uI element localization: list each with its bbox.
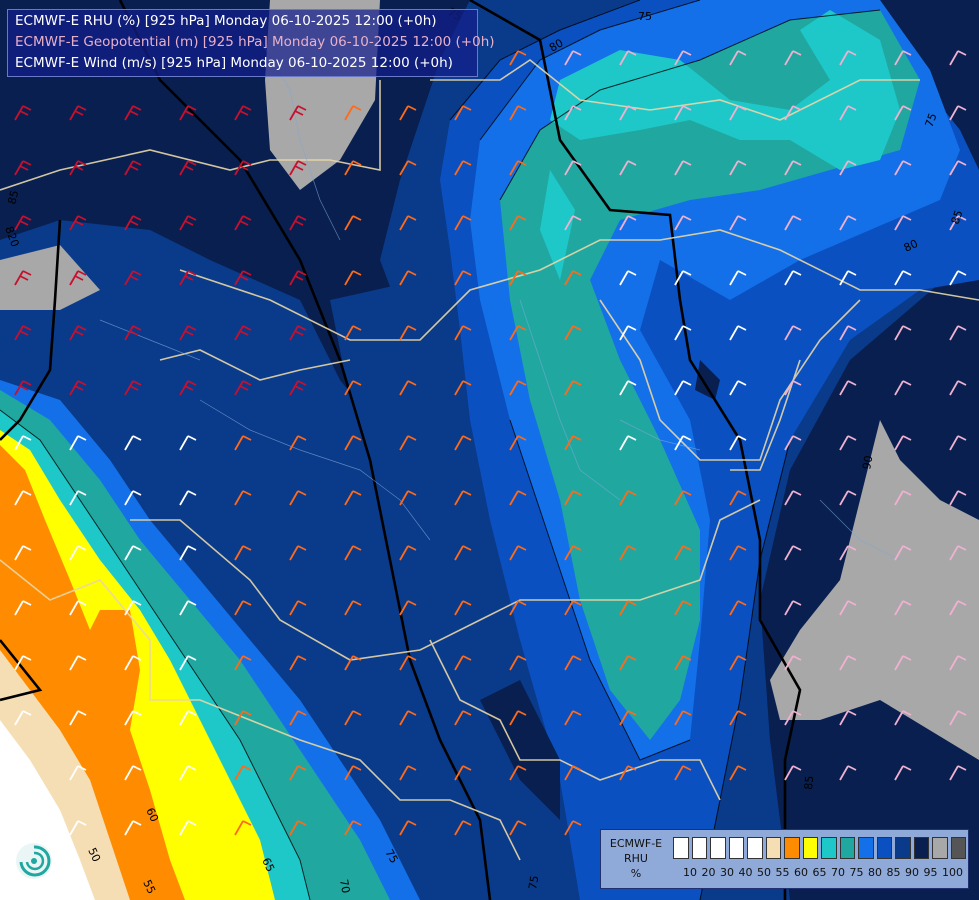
contour-label: 75 [526, 874, 541, 890]
legend-tick-label: 90 [905, 866, 919, 879]
legend-tick-label: 30 [720, 866, 734, 879]
color-legend: ECMWF-E RHU % 10 20 30 40 50 55 60 65 70 75 80 85 90… [600, 829, 969, 889]
contour-label: 85 [802, 775, 816, 790]
legend-swatch [839, 837, 855, 859]
legend-swatch [673, 837, 689, 859]
wind-title: ECMWF-E Wind (m/s) [925 hPa] Monday 06-1… [15, 55, 453, 71]
legend-swatch [784, 837, 800, 859]
legend-swatch [895, 837, 911, 859]
legend-ticks: 10 20 30 40 50 55 60 65 70 75 80 85 90 95 100 [683, 866, 963, 879]
legend-swatch [747, 837, 763, 859]
legend-model: ECMWF-E [609, 837, 663, 850]
legend-title: ECMWF-E RHU % [605, 836, 667, 881]
legend-swatch [691, 837, 707, 859]
legend-variable: RHU [624, 852, 648, 865]
legend-tick-label: 10 [683, 866, 697, 879]
legend-swatch [728, 837, 744, 859]
legend-swatch [950, 837, 966, 859]
rhu-title: ECMWF-E RHU (%) [925 hPa] Monday 06-10-2… [15, 13, 437, 29]
legend-swatch [876, 837, 892, 859]
legend-tick-label: 50 [757, 866, 771, 879]
legend-swatch [932, 837, 948, 859]
contour-label: 90 [860, 454, 875, 470]
ecmwf-swirl-logo [16, 843, 52, 879]
legend-tick-label: 70 [831, 866, 845, 879]
legend-swatch [765, 837, 781, 859]
legend-swatch [858, 837, 874, 859]
legend-tick-label: 55 [775, 866, 790, 879]
contour-label: 75 [638, 10, 652, 23]
legend-swatch [710, 837, 726, 859]
legend-tick-label: 80 [868, 866, 882, 879]
geopotential-title: ECMWF-E Geopotential (m) [925 hPa] Monda… [15, 34, 495, 50]
legend-tick-label: 20 [701, 866, 716, 879]
contour-label: 70 [337, 878, 352, 894]
legend-swatch [821, 837, 837, 859]
legend-swatch [913, 837, 929, 859]
legend-tick-label: 100 [942, 866, 963, 879]
legend-tick-label: 60 [794, 866, 808, 879]
map-title-box: ECMWF-E RHU (%) [925 hPa] Monday 06-10-2… [7, 9, 495, 77]
legend-tick-label: 75 [849, 866, 864, 879]
legend-swatches [673, 837, 969, 859]
legend-swatch [802, 837, 818, 859]
rhu-map: 75 80 75 85 80 85 820 90 60 50 55 65 70 … [0, 0, 979, 900]
legend-tick-label: 85 [886, 866, 901, 879]
legend-tick-label: 95 [923, 866, 938, 879]
legend-tick-label: 40 [738, 866, 753, 879]
legend-tick-label: 65 [812, 866, 827, 879]
legend-unit: % [630, 867, 642, 880]
